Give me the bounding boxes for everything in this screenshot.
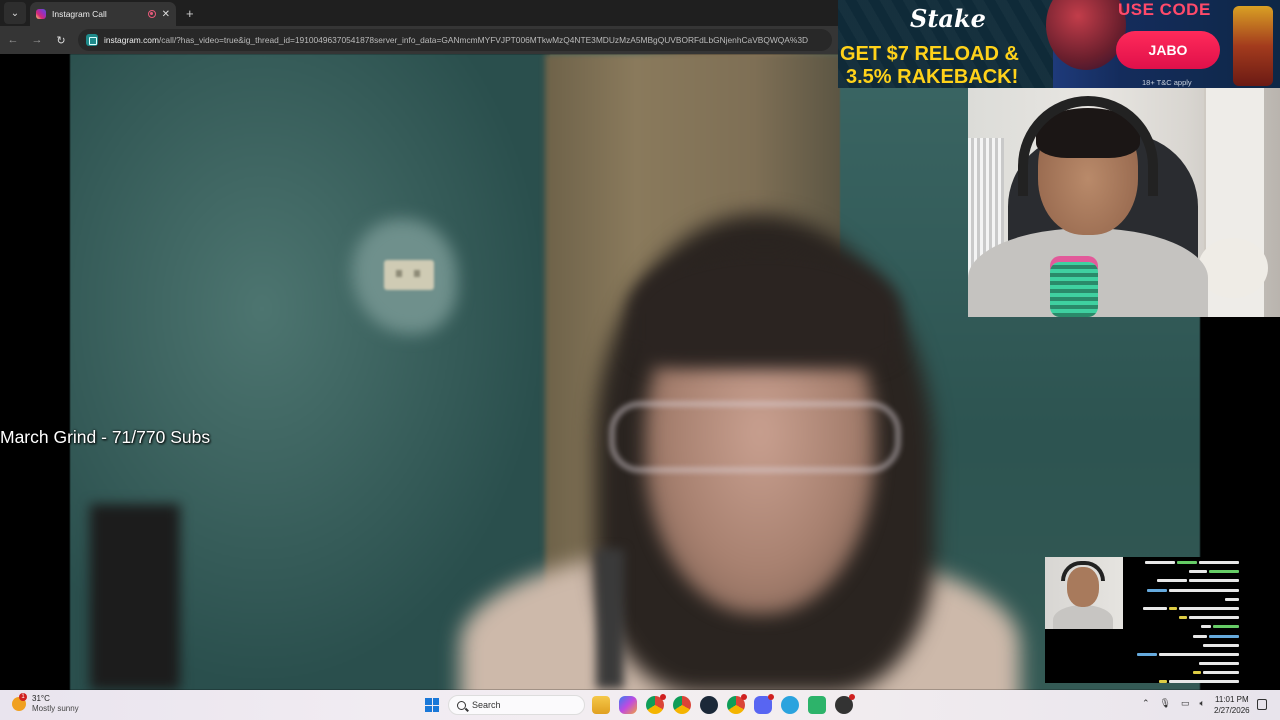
mirrored-chat-panel [1125,557,1241,683]
streamer-webcam [968,88,1280,317]
promo-code-button: JABO [1116,31,1220,69]
file-explorer-icon[interactable] [592,696,610,714]
site-info-icon[interactable] [86,34,98,46]
new-tab-button[interactable]: + [186,6,194,21]
start-button[interactable] [425,698,439,712]
ad-disclaimer: 18+ T&C apply [1142,78,1192,87]
steam-icon[interactable] [700,696,718,714]
app-icon[interactable] [808,696,826,714]
chevron-up-icon[interactable]: ⌃ [1142,698,1150,709]
notification-center-icon[interactable] [1257,699,1267,710]
ad-headline-1: GET $7 RELOAD & [840,43,1019,65]
url-text: instagram.com/call/?has_video=true&ig_th… [104,35,809,45]
weather-temp: 31°C [32,694,50,703]
microphone-icon[interactable]: 🎙︎ [1160,698,1171,709]
close-tab-icon[interactable]: ✕ [162,9,170,20]
tab-search-button[interactable]: ⌄ [4,2,26,24]
discord-icon[interactable] [754,694,774,714]
stake-logo: Stake [910,4,986,33]
app-icon[interactable] [835,694,855,714]
weather-desc: Mostly sunny [32,704,79,713]
telegram-icon[interactable] [781,696,799,714]
taskbar: 1 31°C Mostly sunny Search ⌃ 🎙︎ ▭ 🔈︎ 11:… [0,690,1280,720]
light-switch [384,260,434,290]
headset [1018,96,1158,196]
clock-date: 2/27/2026 [1214,706,1250,715]
reload-icon[interactable]: ↻ [54,34,68,47]
tab-instagram-call[interactable]: Instagram Call ✕ [30,2,176,26]
mini-webcam [1045,557,1123,629]
taskbar-search[interactable]: Search [448,695,585,715]
chrome-icon[interactable] [673,696,691,714]
instagram-icon [36,9,46,19]
back-arrow-icon[interactable]: ← [6,34,20,46]
recording-indicator-icon [147,10,156,18]
clock-time: 11:01 PM [1214,695,1249,704]
search-icon [457,700,466,710]
sun-icon: 1 [12,693,27,711]
address-bar[interactable]: instagram.com/call/?has_video=true&ig_th… [78,29,832,51]
subscriber-goal-text: March Grind - 71/770 Subs [0,427,211,447]
use-code-label: USE CODE [1118,0,1211,19]
forward-arrow-icon[interactable]: → [30,34,44,46]
taskbar-clock[interactable]: 11:01 PM 2/27/2026 [1214,694,1250,716]
notification-badge: 1 [19,693,27,701]
stake-ad-banner: Stake GET $7 RELOAD & 3.5% RAKEBACK! USE… [838,0,1280,88]
browser-tab-bar: ⌄ Instagram Call ✕ + [0,0,838,26]
ad-headline-2: 3.5% RAKEBACK! [846,66,1019,88]
tab-title: Instagram Call [52,9,107,19]
chrome-icon[interactable] [727,694,747,714]
gift-graphic [1233,6,1273,86]
screen: ⌄ Instagram Call ✕ + ← → ↻ instagram.com… [0,0,1280,720]
system-tray: ⌃ 🎙︎ ▭ 🔈︎ [1142,698,1205,709]
chrome-icon[interactable] [646,694,666,714]
taskbar-pinned-apps [592,694,855,714]
mini-preview [1045,557,1241,683]
browser-toolbar: ← → ↻ instagram.com/call/?has_video=true… [0,26,838,54]
network-icon[interactable]: ▭ [1181,698,1190,709]
search-label: Search [472,700,501,710]
weather-widget[interactable]: 1 31°C Mostly sunny [12,693,79,714]
volume-icon[interactable]: 🔈︎ [1200,698,1205,709]
rgb-lamp [1050,262,1098,317]
copilot-icon[interactable] [619,696,637,714]
